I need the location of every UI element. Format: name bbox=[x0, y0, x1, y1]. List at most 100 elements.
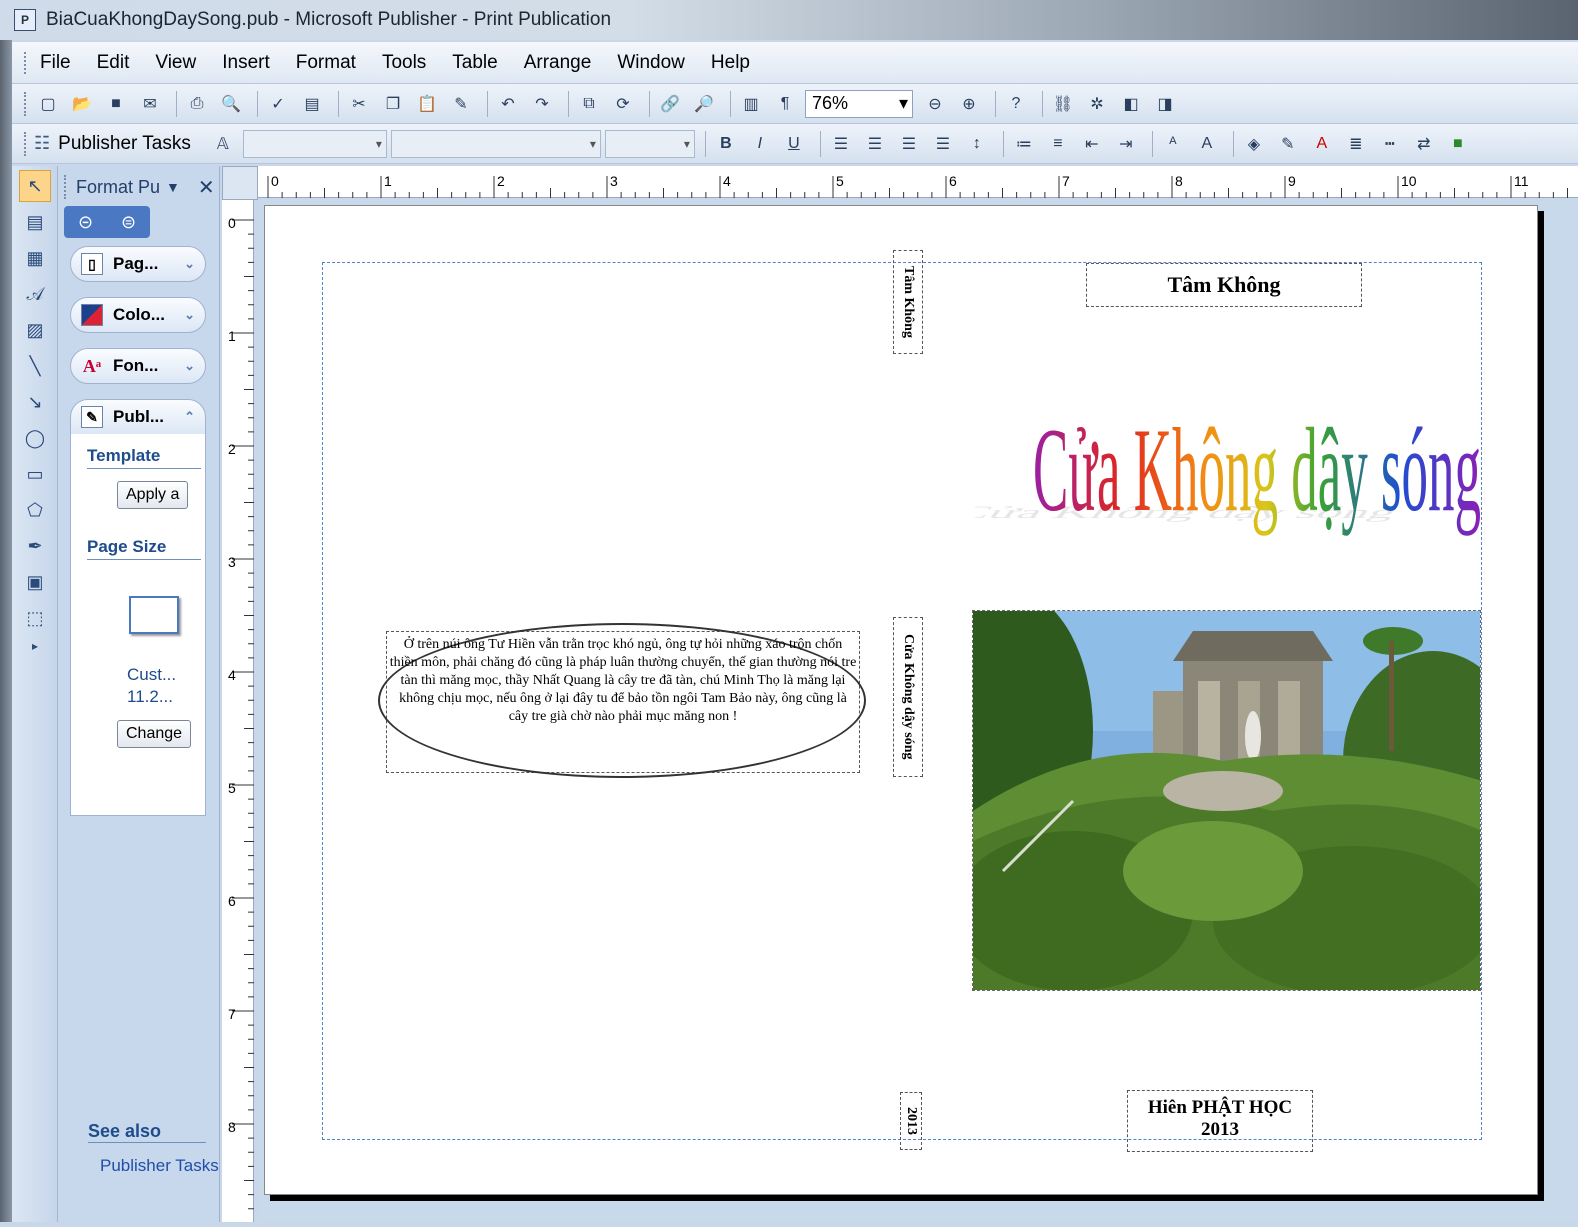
rotate-icon[interactable]: ⟳ bbox=[609, 90, 637, 118]
autoshapes-icon[interactable]: ⬠ bbox=[19, 494, 51, 526]
expand-icon[interactable]: ⌄ bbox=[184, 358, 195, 374]
align-center-icon[interactable]: ☰ bbox=[861, 130, 889, 158]
close-icon[interactable]: ✕ bbox=[198, 175, 215, 200]
bold-icon[interactable]: B bbox=[712, 130, 740, 158]
taskpane-title[interactable]: Format Pu bbox=[76, 177, 160, 198]
toolbar-grip[interactable] bbox=[24, 92, 28, 116]
numbering-icon[interactable]: ≔ bbox=[1010, 130, 1038, 158]
font-combo[interactable]: ▾ bbox=[390, 129, 601, 158]
link-textbox-icon[interactable]: ⛓ bbox=[1049, 90, 1077, 118]
wordart-icon[interactable]: 𝒜 bbox=[19, 278, 51, 310]
arrow-style-icon[interactable]: ⇄ bbox=[1410, 130, 1438, 158]
save-icon[interactable]: ■ bbox=[102, 90, 130, 118]
spine-author-box[interactable]: Tâm Không bbox=[893, 250, 923, 354]
align-right-icon[interactable]: ☰ bbox=[895, 130, 923, 158]
hyperlink-icon[interactable]: 🔗 bbox=[656, 90, 684, 118]
bring-forward-icon[interactable]: ⧉ bbox=[575, 90, 603, 118]
find-icon[interactable]: 🔎 bbox=[690, 90, 718, 118]
bullets-icon[interactable]: ≡ bbox=[1044, 130, 1072, 158]
ruler-corner[interactable] bbox=[222, 166, 258, 200]
format-painter-icon[interactable]: ✎ bbox=[447, 90, 475, 118]
spelling-icon[interactable]: ✓ bbox=[264, 90, 292, 118]
design-gallery-icon[interactable]: ✒ bbox=[19, 530, 51, 562]
publisher-app-icon[interactable]: P bbox=[14, 9, 36, 31]
pilcrow-icon[interactable]: ¶ bbox=[771, 90, 799, 118]
dash-style-icon[interactable]: ┅ bbox=[1376, 130, 1404, 158]
shadow-style-icon[interactable]: ■ bbox=[1444, 130, 1472, 158]
italic-icon[interactable]: I bbox=[746, 130, 774, 158]
wordart-title[interactable]: Cửa Không dậy sóng Cửa Không dậy sóng bbox=[975, 370, 1483, 560]
decrease-indent-icon[interactable]: ⇤ bbox=[1078, 130, 1106, 158]
menu-file[interactable]: File bbox=[40, 52, 71, 74]
hotspot-icon[interactable]: ⬚ bbox=[19, 602, 51, 634]
menu-insert[interactable]: Insert bbox=[222, 52, 270, 74]
redo-icon[interactable]: ↷ bbox=[528, 90, 556, 118]
styles-icon[interactable]: 𝔸 bbox=[209, 130, 237, 158]
menu-help[interactable]: Help bbox=[711, 52, 750, 74]
fill-color-icon[interactable]: ◈ bbox=[1240, 130, 1268, 158]
section-color-schemes[interactable]: Colo... ⌄ bbox=[70, 297, 206, 333]
menu-window[interactable]: Window bbox=[617, 52, 685, 74]
publisher-text-box[interactable]: Hiên PHẬT HỌC 2013 bbox=[1127, 1090, 1313, 1152]
page-size-thumbnail[interactable] bbox=[129, 596, 179, 634]
section-publication-options[interactable]: ✎ Publ... ⌃ bbox=[70, 399, 206, 435]
align-left-icon[interactable]: ☰ bbox=[827, 130, 855, 158]
print-preview-icon[interactable]: 🔍 bbox=[217, 90, 245, 118]
print-icon[interactable]: ⎙ bbox=[183, 90, 211, 118]
chevron-down-icon[interactable]: ▾ bbox=[899, 93, 908, 114]
horizontal-ruler[interactable]: 0 1 2 3 4 5 6 7 8 9 10 11 bbox=[258, 166, 1578, 198]
next-textbox-icon[interactable]: ◨ bbox=[1151, 90, 1179, 118]
spine-title-box[interactable]: Cửa Không dậy sóng bbox=[893, 617, 923, 777]
cover-photo[interactable] bbox=[972, 610, 1481, 991]
line-icon[interactable]: ╲ bbox=[19, 350, 51, 382]
change-page-size-button[interactable]: Change bbox=[117, 720, 192, 748]
underline-icon[interactable]: U bbox=[780, 130, 808, 158]
select-pointer-icon[interactable]: ↖ bbox=[19, 170, 51, 202]
font-color-icon[interactable]: A bbox=[1308, 130, 1336, 158]
help-icon[interactable]: ? bbox=[1002, 90, 1030, 118]
menu-tools[interactable]: Tools bbox=[382, 52, 426, 74]
zoom-out-icon[interactable]: ⊖ bbox=[921, 90, 949, 118]
menu-edit[interactable]: Edit bbox=[97, 52, 130, 74]
style-combo[interactable]: ▾ bbox=[242, 129, 387, 158]
cut-icon[interactable]: ✂ bbox=[345, 90, 373, 118]
menu-format[interactable]: Format bbox=[296, 52, 356, 74]
menu-arrange[interactable]: Arrange bbox=[524, 52, 592, 74]
insert-table-icon[interactable]: ▦ bbox=[19, 242, 51, 274]
forward-icon[interactable]: ⊜ bbox=[121, 212, 136, 233]
zoom-in-icon[interactable]: ⊕ bbox=[955, 90, 983, 118]
publisher-tasks-button[interactable]: ☷ Publisher Tasks bbox=[34, 133, 191, 155]
expand-icon[interactable]: ⌄ bbox=[184, 256, 195, 272]
menu-grip[interactable] bbox=[24, 52, 28, 74]
section-page-options[interactable]: ▯ Pag... ⌄ bbox=[70, 246, 206, 282]
expand-icon[interactable]: ⌄ bbox=[184, 307, 195, 323]
font-size-combo[interactable]: ▾ bbox=[604, 129, 695, 158]
open-icon[interactable]: 📂 bbox=[68, 90, 96, 118]
chevron-down-icon[interactable]: ▼ bbox=[166, 179, 180, 195]
apply-template-button[interactable]: Apply a bbox=[117, 481, 189, 509]
justify-icon[interactable]: ☰ bbox=[929, 130, 957, 158]
increase-font-icon[interactable]: A bbox=[1193, 130, 1221, 158]
business-info-icon[interactable]: ▣ bbox=[19, 566, 51, 598]
break-link-icon[interactable]: ✲ bbox=[1083, 90, 1111, 118]
vertical-ruler[interactable]: 0 1 2 3 4 5 6 7 8 bbox=[222, 200, 254, 1222]
decrease-font-icon[interactable]: ᴬ bbox=[1159, 130, 1187, 158]
zoom-combo[interactable]: 76% ▾ bbox=[805, 89, 913, 118]
author-text-box[interactable]: Tâm Không bbox=[1086, 263, 1362, 307]
line-style-icon[interactable]: ≣ bbox=[1342, 130, 1370, 158]
publisher-tasks-link[interactable]: Publisher Tasks bbox=[100, 1156, 219, 1176]
toolbar-grip[interactable] bbox=[24, 132, 28, 156]
menu-view[interactable]: View bbox=[155, 52, 196, 74]
undo-icon[interactable]: ↶ bbox=[494, 90, 522, 118]
line-spacing-icon[interactable]: ↕ bbox=[963, 130, 991, 158]
research-icon[interactable]: ▤ bbox=[298, 90, 326, 118]
email-icon[interactable]: ✉ bbox=[136, 90, 164, 118]
section-font-schemes[interactable]: Aᵃ Fon... ⌄ bbox=[70, 348, 206, 384]
picture-frame-icon[interactable]: ▨ bbox=[19, 314, 51, 346]
menu-table[interactable]: Table bbox=[452, 52, 497, 74]
columns-icon[interactable]: ▥ bbox=[737, 90, 765, 118]
line-color-icon[interactable]: ✎ bbox=[1274, 130, 1302, 158]
increase-indent-icon[interactable]: ⇥ bbox=[1112, 130, 1140, 158]
arrow-icon[interactable]: ↘ bbox=[19, 386, 51, 418]
rectangle-icon[interactable]: ▭ bbox=[19, 458, 51, 490]
